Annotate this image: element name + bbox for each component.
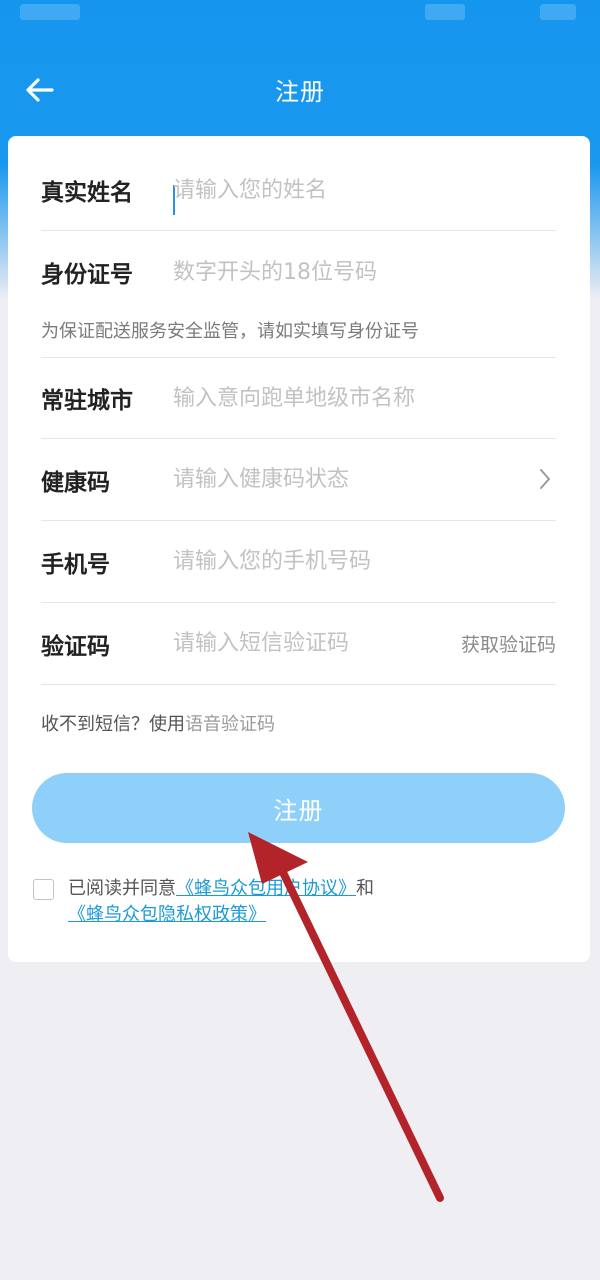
privacy-policy-link[interactable]: 《蜂鸟众包隐私权政策》	[68, 904, 266, 925]
sms-code-input[interactable]	[173, 603, 423, 684]
city-row: 常驻城市	[41, 358, 556, 439]
phone-label: 手机号	[41, 551, 110, 578]
register-form-card: 真实姓名 身份证号 为保证配送服务安全监管，请如实填写身份证号 常驻城市 健康码…	[8, 136, 590, 962]
city-label: 常驻城市	[41, 388, 133, 414]
name-row: 真实姓名	[41, 150, 556, 231]
status-bar-left	[20, 4, 80, 20]
voice-code-link[interactable]: 语音验证码	[185, 714, 275, 735]
agreement-prefix: 已阅读并同意	[68, 878, 176, 899]
name-label: 真实姓名	[41, 180, 133, 206]
voice-code-prefix: 收不到短信？使用	[41, 714, 185, 735]
id-card-input[interactable]	[173, 231, 513, 313]
agreement-checkbox[interactable]	[33, 879, 54, 900]
status-bar-signal	[425, 4, 465, 20]
status-bar	[0, 0, 600, 30]
sms-code-label: 验证码	[41, 633, 110, 660]
sms-code-row: 验证码 获取验证码	[41, 603, 556, 685]
page-title: 注册	[275, 78, 325, 106]
voice-code-line: 收不到短信？使用语音验证码	[41, 710, 275, 736]
health-code-row[interactable]: 健康码	[41, 439, 556, 521]
health-code-label: 健康码	[41, 469, 110, 496]
name-input[interactable]	[173, 150, 513, 230]
id-card-row: 身份证号 为保证配送服务安全监管，请如实填写身份证号	[41, 231, 556, 358]
id-card-hint: 为保证配送服务安全监管，请如实填写身份证号	[41, 321, 419, 342]
chevron-right-icon[interactable]	[538, 467, 552, 491]
agreement-middle: 和	[356, 878, 374, 899]
agreement-text: 已阅读并同意《蜂鸟众包用户协议》和《蜂鸟众包隐私权政策》	[68, 876, 568, 928]
phone-input[interactable]	[173, 521, 513, 602]
health-code-select[interactable]	[173, 439, 513, 520]
register-button[interactable]: 注册	[32, 773, 565, 843]
id-card-label: 身份证号	[41, 262, 133, 288]
user-agreement-link[interactable]: 《蜂鸟众包用户协议》	[176, 878, 356, 899]
city-input[interactable]	[173, 358, 513, 438]
get-code-button[interactable]: 获取验证码	[461, 603, 556, 684]
status-bar-battery	[540, 4, 576, 20]
phone-row: 手机号	[41, 521, 556, 603]
